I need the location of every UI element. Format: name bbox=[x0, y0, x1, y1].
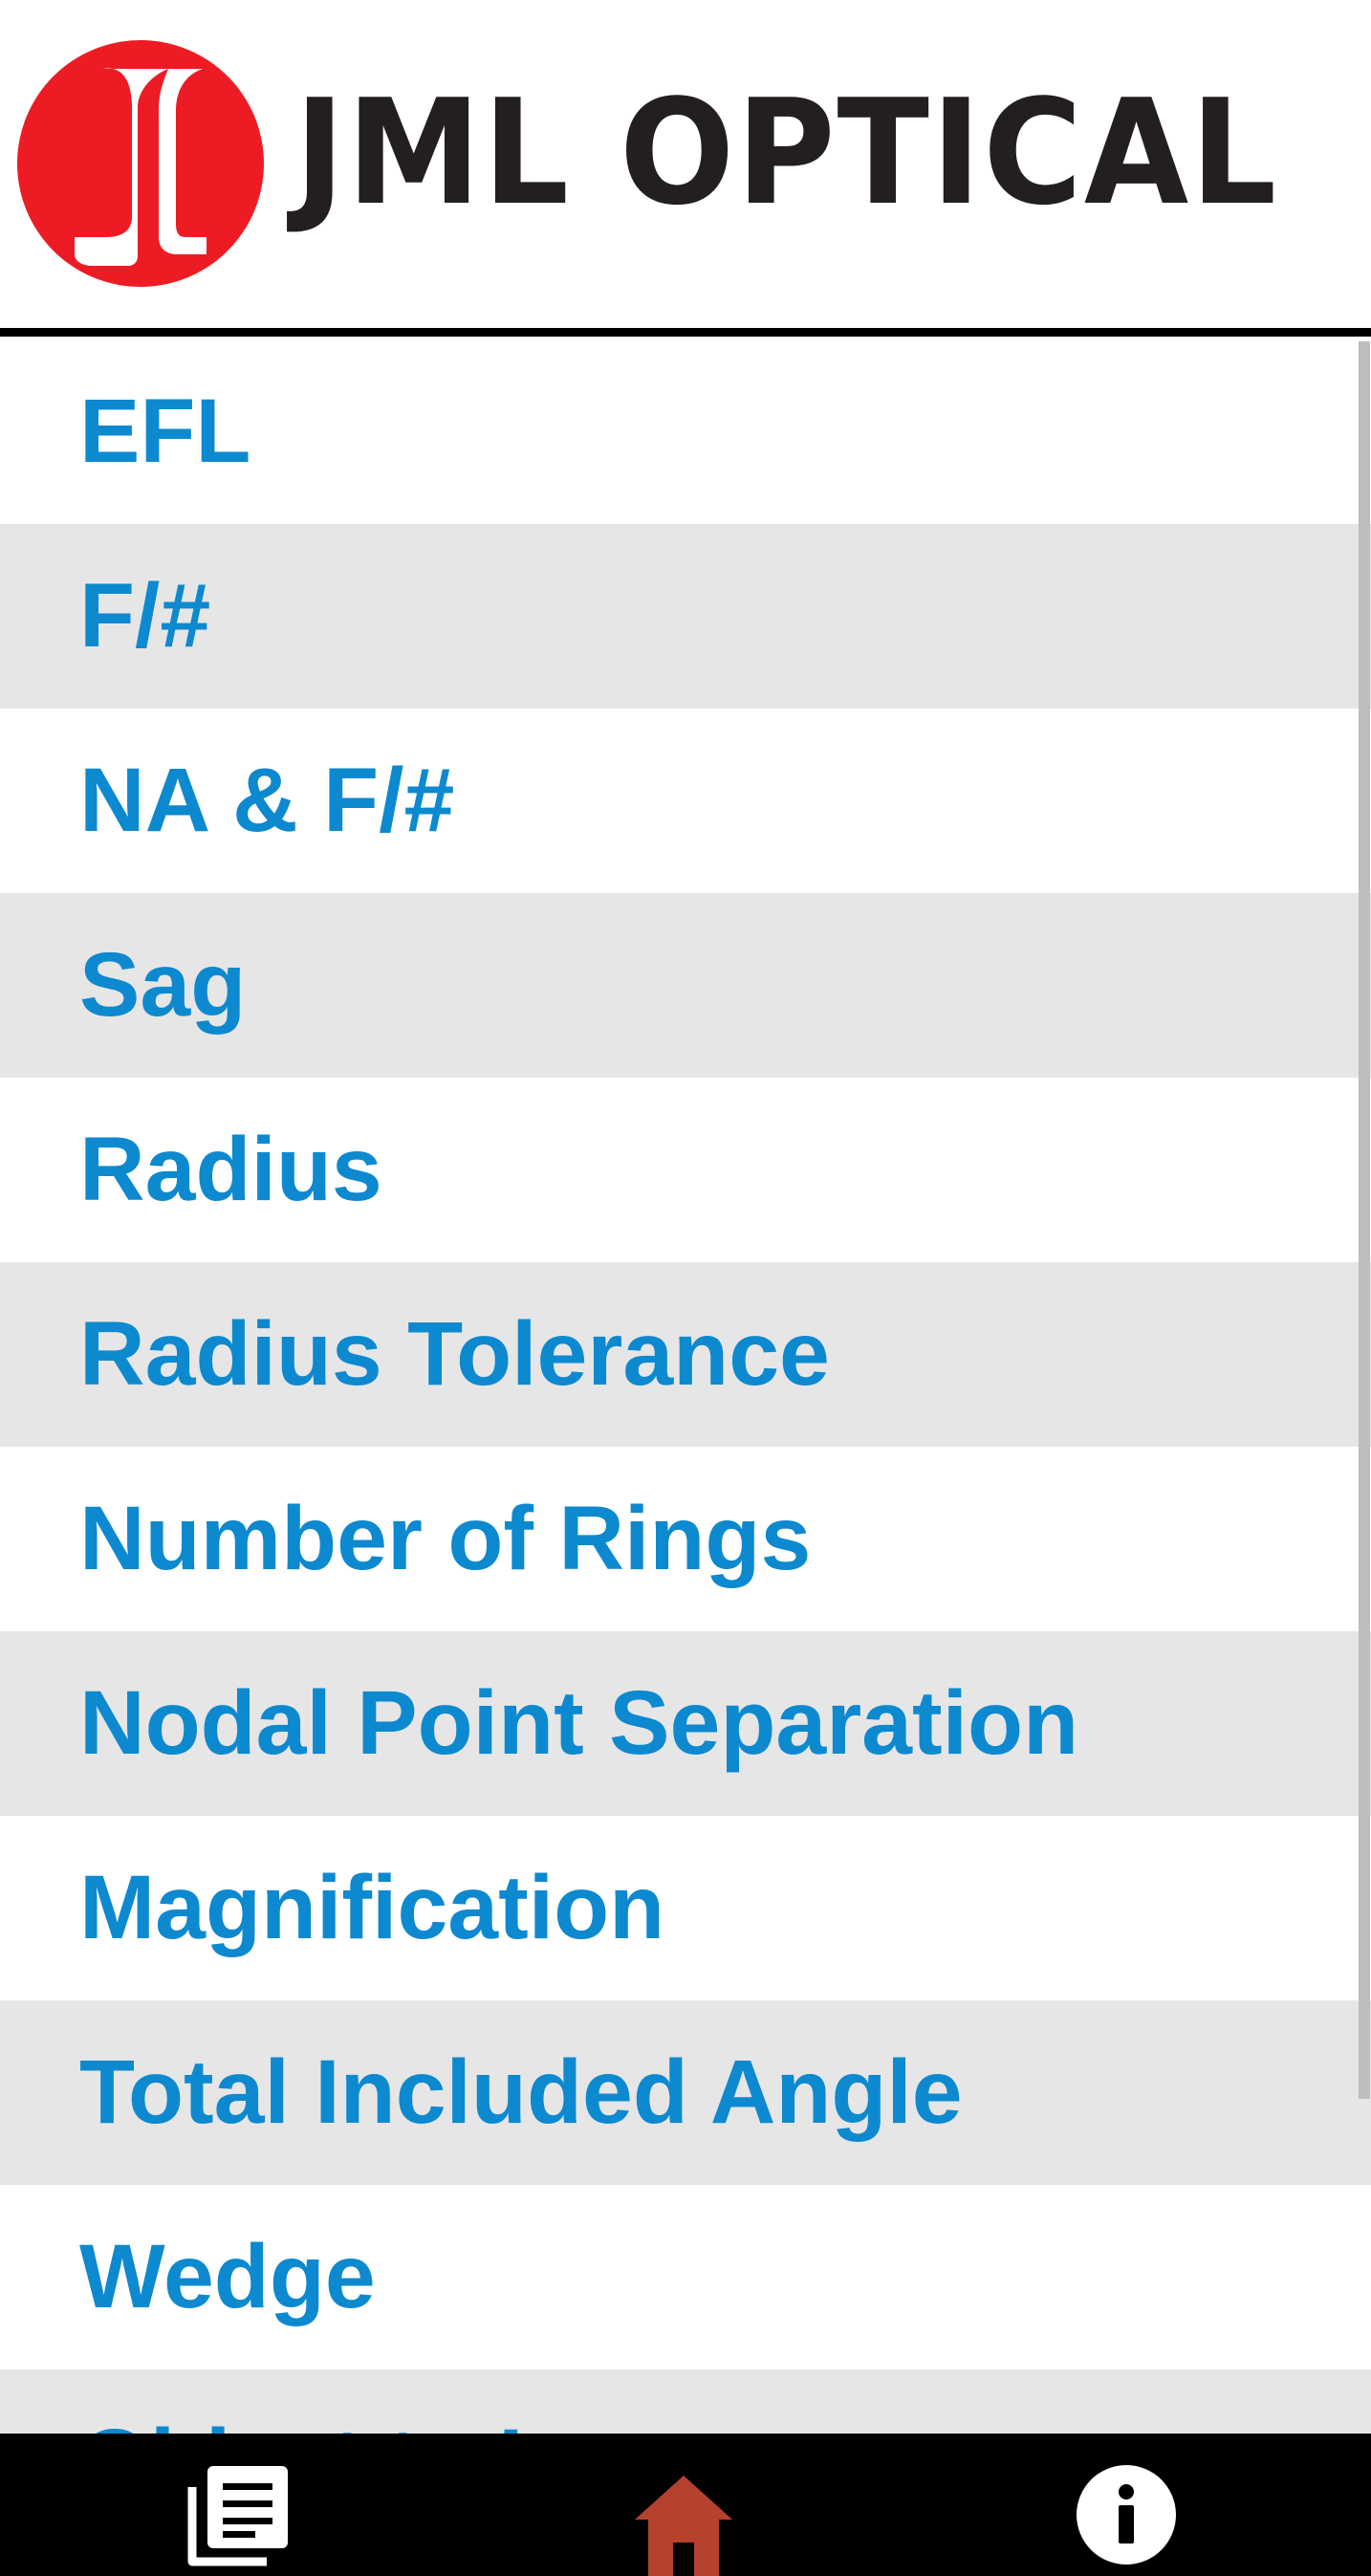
nav-articles-button[interactable] bbox=[143, 2434, 335, 2576]
list-item-radius-tolerance[interactable]: Radius Tolerance bbox=[0, 1262, 1371, 1447]
home-icon bbox=[635, 2476, 732, 2576]
list-item-label: Total Included Angle bbox=[79, 2041, 963, 2143]
list-item-label: Sag bbox=[79, 934, 247, 1036]
list-item-f-number[interactable]: F/# bbox=[0, 524, 1371, 709]
list-item-sag[interactable]: Sag bbox=[0, 893, 1371, 1078]
list-item-label: NA & F/# bbox=[79, 750, 455, 851]
app-screen: JML OPTICAL EFL F/# NA & F/# Sag Radius … bbox=[0, 0, 1371, 2576]
list-item-magnification[interactable]: Magnification bbox=[0, 1816, 1371, 2000]
jml-logo-icon bbox=[17, 40, 264, 287]
scrollbar-thumb[interactable] bbox=[1359, 341, 1370, 2099]
list-item-object-to-image[interactable]: Object to Image bbox=[0, 2369, 1371, 2434]
bottom-navigation bbox=[0, 2434, 1371, 2576]
list-item-total-included-angle[interactable]: Total Included Angle bbox=[0, 2000, 1371, 2185]
list-item-label: F/# bbox=[79, 565, 211, 666]
list-item-label: Nodal Point Separation bbox=[79, 1672, 1079, 1774]
info-icon bbox=[1077, 2465, 1176, 2565]
list-item-na-f-number[interactable]: NA & F/# bbox=[0, 709, 1371, 893]
header-divider bbox=[0, 328, 1371, 337]
list-item-wedge[interactable]: Wedge bbox=[0, 2185, 1371, 2369]
nav-home-button[interactable] bbox=[588, 2434, 779, 2576]
list-item-label: Radius bbox=[79, 1119, 382, 1220]
calculator-list: EFL F/# NA & F/# Sag Radius Radius Toler… bbox=[0, 339, 1371, 2434]
nav-info-button[interactable] bbox=[1031, 2434, 1222, 2576]
list-item-label: Object to Image bbox=[79, 2369, 761, 2434]
list-item-number-of-rings[interactable]: Number of Rings bbox=[0, 1447, 1371, 1631]
list-item-efl[interactable]: EFL bbox=[0, 339, 1371, 524]
list-item-label: Number of Rings bbox=[79, 1488, 812, 1589]
brand-name: JML OPTICAL bbox=[294, 68, 1279, 237]
list-item-label: Magnification bbox=[79, 1857, 665, 1958]
list-item-label: Wedge bbox=[79, 2226, 376, 2327]
article-icon bbox=[187, 2466, 288, 2566]
list-item-nodal-point-separation[interactable]: Nodal Point Separation bbox=[0, 1631, 1371, 1816]
list-item-label: EFL bbox=[79, 381, 251, 482]
app-header: JML OPTICAL bbox=[0, 0, 1371, 328]
list-item-label: Radius Tolerance bbox=[79, 1303, 830, 1405]
list-item-radius[interactable]: Radius bbox=[0, 1078, 1371, 1262]
